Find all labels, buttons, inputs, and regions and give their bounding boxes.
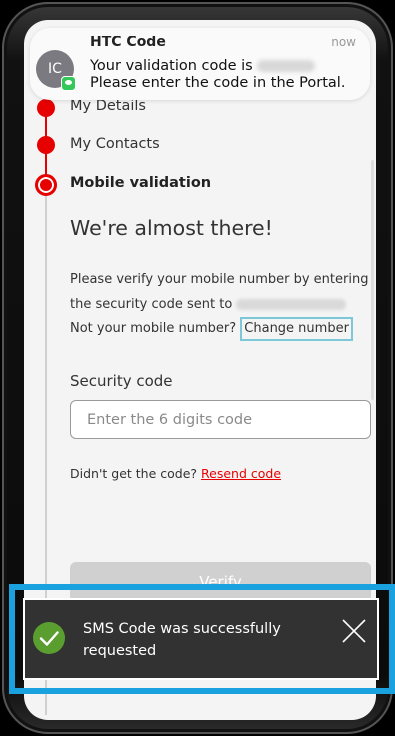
notification-sender: HTC Code <box>90 36 166 50</box>
security-code-label: Security code <box>70 372 173 390</box>
step-dot-mobile-validation <box>35 174 57 196</box>
notification-time: now <box>331 36 356 49</box>
resend-code-link[interactable]: Resend code <box>201 466 281 481</box>
check-circle-icon <box>33 622 65 654</box>
notification-message-suffix: Please enter the code in the Portal. <box>90 75 346 91</box>
messages-app-icon <box>61 76 76 91</box>
redacted-phone-number <box>236 298 347 310</box>
success-toast: SMS Code was successfully requested <box>23 598 379 680</box>
step-dot-my-details <box>37 99 55 117</box>
step-label-mobile-validation: Mobile validation <box>70 175 212 191</box>
toast-message: SMS Code was successfully requested <box>83 621 281 659</box>
step-dot-my-contacts <box>37 136 55 154</box>
resend-row: Didn't get the code? Resend code <box>70 466 281 481</box>
not-your-number-text: Not your mobile number? <box>70 321 237 336</box>
resend-prompt: Didn't get the code? <box>70 466 198 481</box>
step-label-my-contacts: My Contacts <box>70 136 160 152</box>
close-icon[interactable] <box>339 616 369 646</box>
security-code-input[interactable] <box>70 400 371 439</box>
redacted-code <box>257 60 316 72</box>
scrollbar[interactable] <box>371 160 374 400</box>
step-label-my-details: My Details <box>70 98 146 114</box>
sms-notification[interactable]: IC HTC Code now Your validation code is … <box>30 28 370 100</box>
notification-message: Your validation code is Please enter the… <box>90 58 366 92</box>
page-heading: We're almost there! <box>70 216 273 240</box>
notification-message-prefix: Your validation code is <box>90 58 253 74</box>
change-number-link[interactable]: Change number <box>240 317 353 341</box>
instructions: Please verify your mobile number by ente… <box>70 268 370 342</box>
